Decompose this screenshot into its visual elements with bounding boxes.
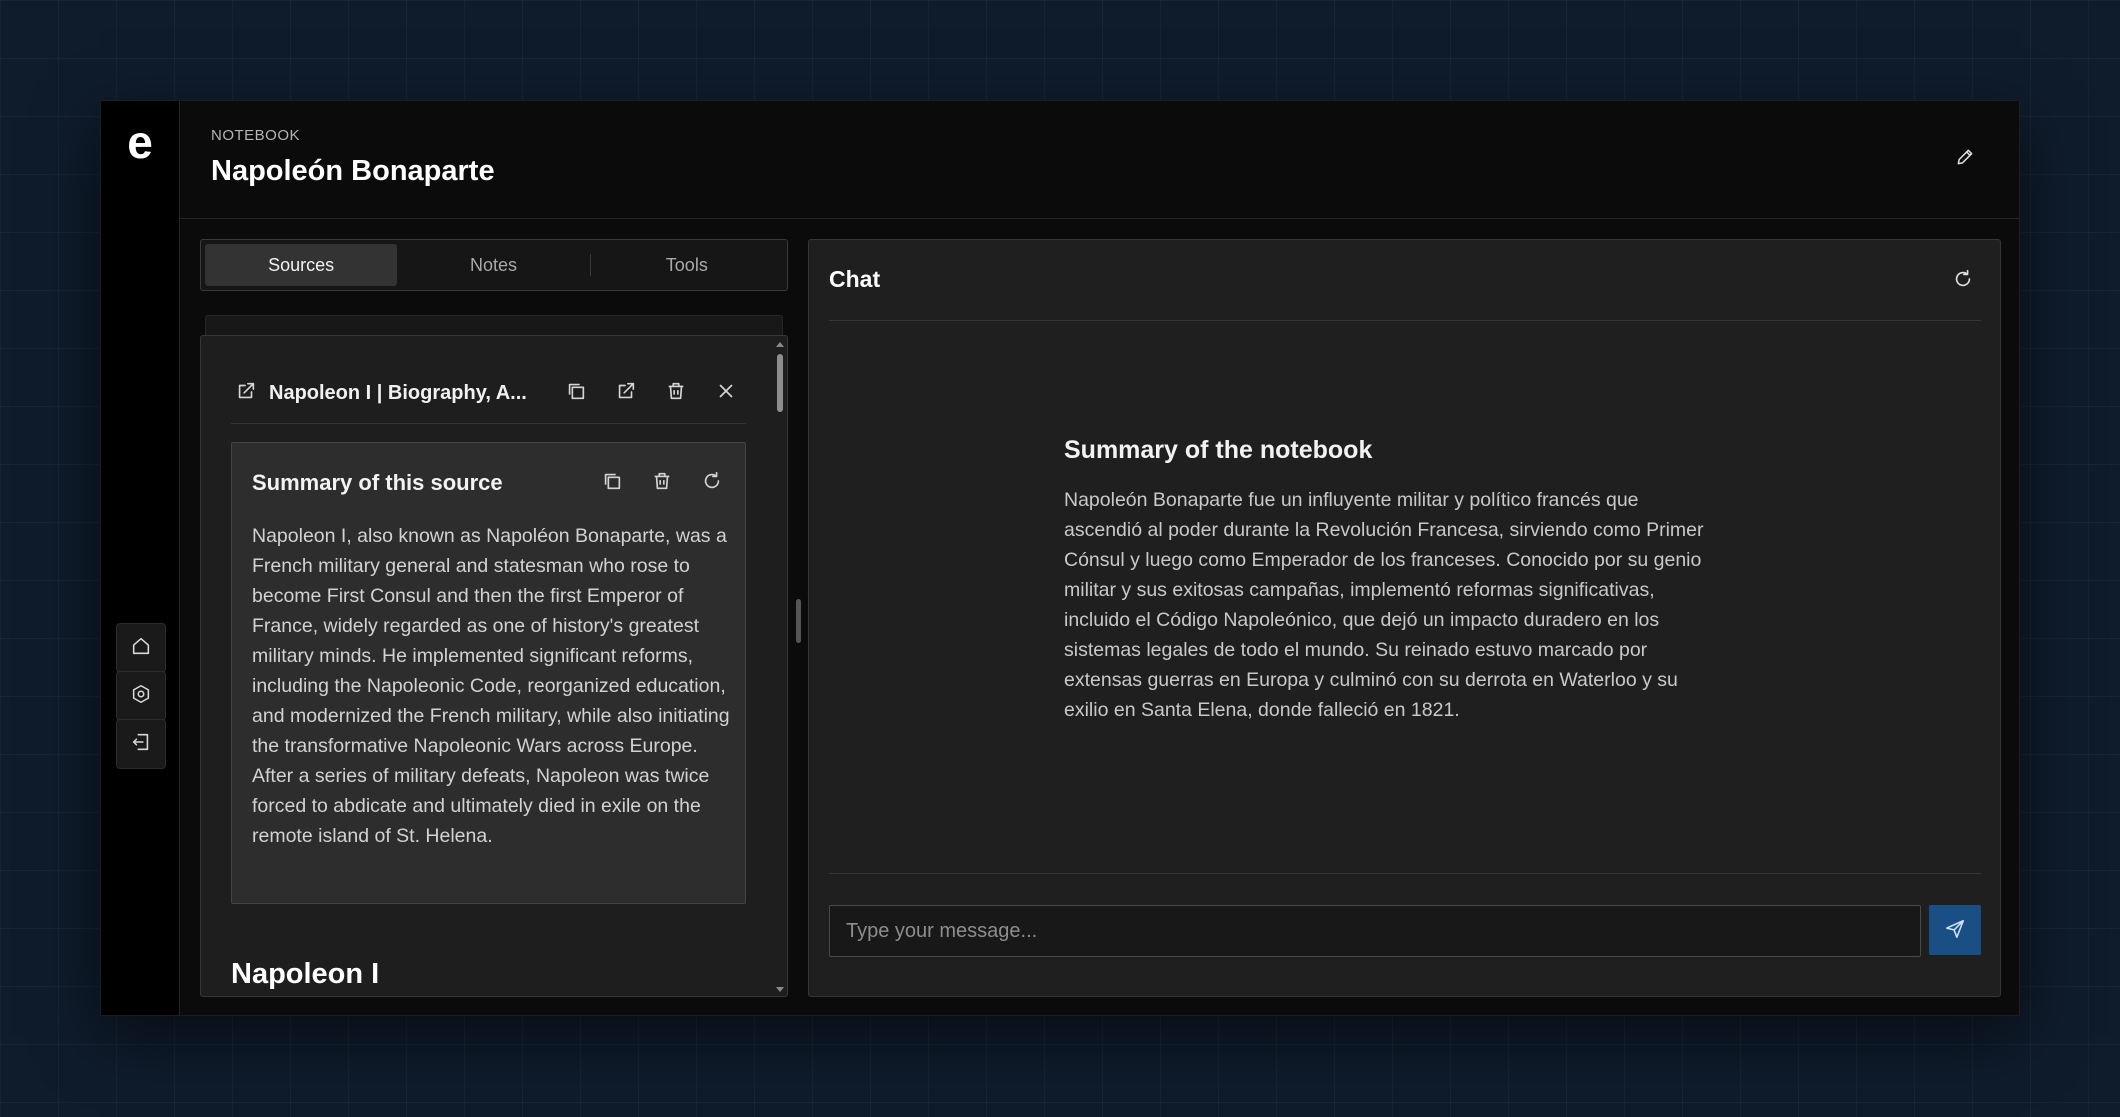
logout-button[interactable] [116,719,166,769]
chat-divider [829,320,1981,321]
delete-source-button[interactable] [661,379,691,409]
panel-resize-handle[interactable] [796,599,801,643]
source-detail-panel: Napoleon I | Biography, A... Summary of … [200,335,788,997]
send-button[interactable] [1929,905,1981,955]
notebook-summary-text: Napoleón Bonaparte fue un influyente mil… [1064,489,1704,721]
copy-summary-button[interactable] [597,468,627,498]
chat-input-divider [829,873,1981,874]
notebook-eyebrow: NOTEBOOK [211,127,301,144]
copy-icon [601,470,623,497]
trash-icon [665,380,687,407]
chat-panel: Chat Summary of the notebook Napoleón Bo… [808,239,2001,997]
refresh-summary-button[interactable] [697,468,727,498]
summary-card-header: Summary of this source [252,463,727,503]
source-header: Napoleon I | Biography, A... [231,364,746,424]
chat-refresh-button[interactable] [1948,266,1978,296]
home-button[interactable] [116,623,166,673]
main-area: NOTEBOOK Napoleón Bonaparte Sources Note… [180,101,2019,1015]
page-title: Napoleón Bonaparte [211,155,495,187]
app-window: e NOTEBOOK Napoleón Bonaparte Sources No… [100,100,2020,1016]
scroll-down-arrow[interactable] [776,987,784,992]
edit-title-button[interactable] [1951,145,1979,173]
source-summary-card: Summary of this source Napoleon I, also … [231,442,746,904]
source-title: Napoleon I | Biography, A... [269,382,527,404]
scroll-thumb[interactable] [777,354,783,412]
refresh-icon [1952,268,1974,295]
source-link-button[interactable] [231,379,261,409]
delete-summary-button[interactable] [647,468,677,498]
gear-icon [130,683,152,710]
summary-card-title: Summary of this source [252,470,503,495]
tab-sources[interactable]: Sources [205,244,398,286]
notebook-summary-title: Summary of the notebook [1064,436,1373,464]
close-source-button[interactable] [711,379,741,409]
copy-icon [565,380,587,407]
external-link-icon [615,380,637,407]
source-scrollbar[interactable] [775,340,785,994]
logout-icon [130,731,152,758]
trash-icon [651,470,673,497]
tab-tools[interactable]: Tools [591,244,783,286]
chat-title: Chat [829,266,881,292]
close-icon [715,380,737,407]
notebook-header: NOTEBOOK Napoleón Bonaparte [180,101,2019,219]
chat-message-input[interactable] [829,905,1921,957]
scroll-up-arrow[interactable] [776,342,784,347]
home-icon [130,635,152,662]
settings-button[interactable] [116,671,166,721]
external-link-icon [235,380,257,407]
source-summary-text: Napoleon I, also known as Napoléon Bonap… [252,525,730,847]
source-content-heading: Napoleon I [231,958,380,990]
send-icon [1944,918,1966,943]
panel-tabs: Sources Notes Tools [200,239,788,291]
tab-notes[interactable]: Notes [397,244,589,286]
copy-source-button[interactable] [561,379,591,409]
refresh-icon [701,470,723,497]
sidebar-rail: e [101,101,180,1015]
app-logo[interactable]: e [118,115,162,169]
open-source-button[interactable] [611,379,641,409]
sources-column: Sources Notes Tools Napoleon I | Biograp… [200,239,788,997]
pencil-icon [1955,147,1975,172]
